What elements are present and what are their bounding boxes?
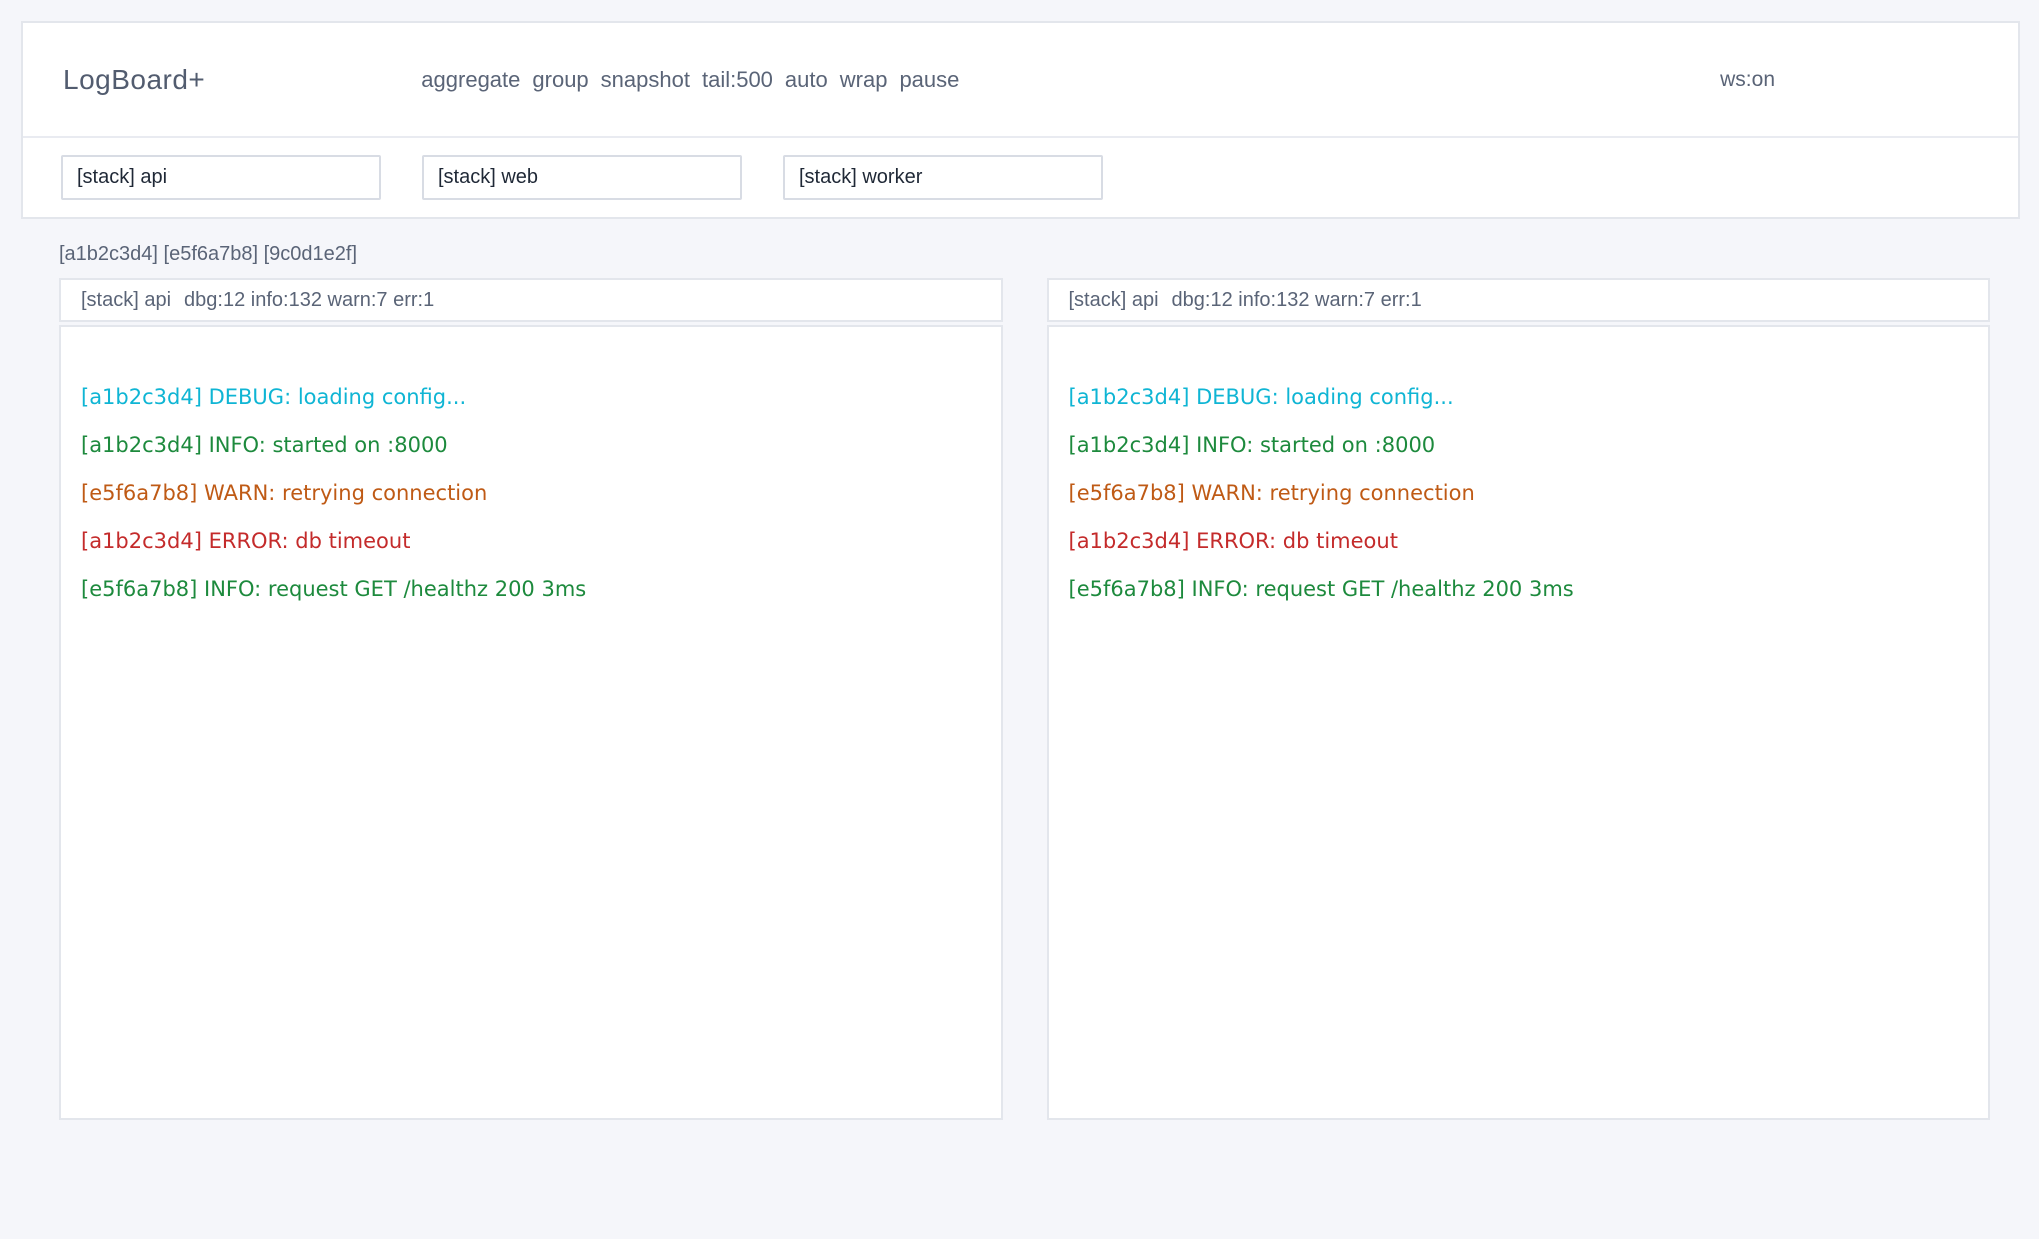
log-scroll-area[interactable]: [a1b2c3d4] DEBUG: loading config... [a1b… [1047, 325, 1991, 1120]
filter-input-web[interactable] [422, 155, 742, 200]
toolbar-item-snapshot[interactable]: snapshot [601, 67, 690, 93]
toolbar-item-tail[interactable]: tail:500 [702, 67, 773, 93]
log-line: [a1b2c3d4] DEBUG: loading config... [1069, 373, 1965, 421]
log-line: [a1b2c3d4] ERROR: db timeout [1069, 517, 1965, 565]
log-scroll-area[interactable]: [a1b2c3d4] DEBUG: loading config... [a1b… [59, 325, 1003, 1120]
log-panel-right: [stack] api dbg:12 info:132 warn:7 err:1… [1047, 278, 1991, 1120]
panel-level-counts: dbg:12 info:132 warn:7 err:1 [184, 289, 434, 312]
toolbar-item-group[interactable]: group [532, 67, 588, 93]
toolbar: aggregate group snapshot tail:500 auto w… [421, 67, 959, 93]
log-line: [e5f6a7b8] WARN: retrying connection [81, 469, 977, 517]
toolbar-item-pause[interactable]: pause [899, 67, 959, 93]
ws-status-badge[interactable]: ws:on [1720, 68, 1775, 92]
toolbar-item-aggregate[interactable]: aggregate [421, 67, 520, 93]
filter-input-worker[interactable] [783, 155, 1103, 200]
toolbar-item-auto[interactable]: auto [785, 67, 828, 93]
app-title: LogBoard+ [63, 64, 205, 96]
log-panels: [stack] api dbg:12 info:132 warn:7 err:1… [59, 278, 1990, 1120]
panel-title: [stack] api [81, 289, 171, 312]
log-line: [e5f6a7b8] INFO: request GET /healthz 20… [81, 565, 977, 613]
log-line: [a1b2c3d4] ERROR: db timeout [81, 517, 977, 565]
top-card: LogBoard+ aggregate group snapshot tail:… [21, 21, 2020, 219]
filter-row [23, 138, 2018, 217]
trace-ids: [a1b2c3d4] [e5f6a7b8] [9c0d1e2f] [59, 243, 357, 266]
panel-header: [stack] api dbg:12 info:132 warn:7 err:1 [59, 278, 1003, 322]
log-line: [a1b2c3d4] INFO: started on :8000 [1069, 421, 1965, 469]
log-line: [e5f6a7b8] INFO: request GET /healthz 20… [1069, 565, 1965, 613]
panel-title: [stack] api [1069, 289, 1159, 312]
panel-level-counts: dbg:12 info:132 warn:7 err:1 [1172, 289, 1422, 312]
log-line: [a1b2c3d4] INFO: started on :8000 [81, 421, 977, 469]
panel-header: [stack] api dbg:12 info:132 warn:7 err:1 [1047, 278, 1991, 322]
log-panel-left: [stack] api dbg:12 info:132 warn:7 err:1… [59, 278, 1003, 1120]
app-header: LogBoard+ aggregate group snapshot tail:… [23, 23, 2018, 138]
log-line: [e5f6a7b8] WARN: retrying connection [1069, 469, 1965, 517]
toolbar-item-wrap[interactable]: wrap [840, 67, 888, 93]
log-line: [a1b2c3d4] DEBUG: loading config... [81, 373, 977, 421]
filter-input-api[interactable] [61, 155, 381, 200]
